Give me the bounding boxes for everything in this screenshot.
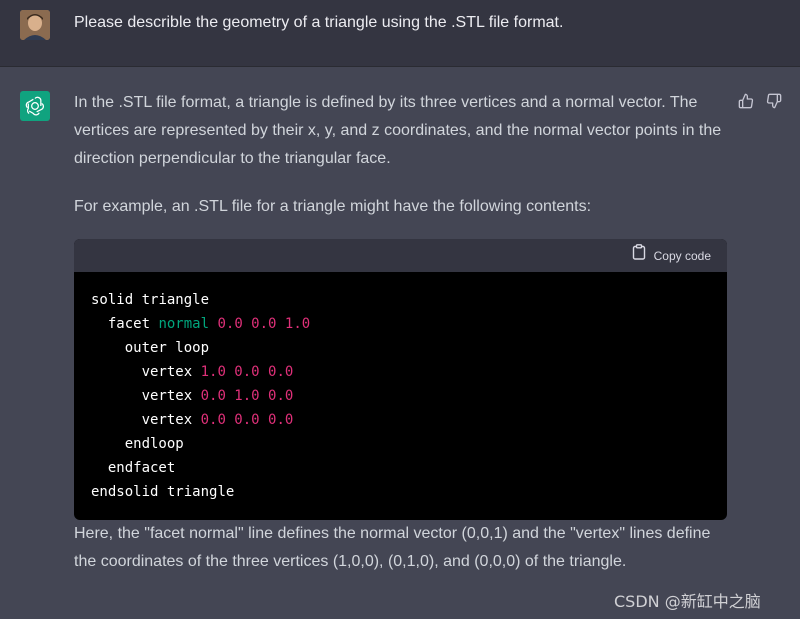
code-number: 0.0 0.0 1.0 (217, 316, 311, 332)
assistant-paragraph-2: For example, an .STL file for a triangle… (74, 198, 592, 215)
assistant-message-row: In the .STL file format, a triangle is d… (0, 67, 800, 619)
clipboard-icon (632, 242, 646, 270)
assistant-paragraph-3: Here, the "facet normal" line defines th… (74, 525, 711, 570)
code-keyword: solid (91, 292, 134, 308)
user-message-text: Please describle the geometry of a trian… (74, 14, 564, 31)
assistant-paragraph-1: In the .STL file format, a triangle is d… (74, 94, 722, 167)
code-block-header: Copy code (74, 239, 727, 272)
code-keyword: endfacet (107, 460, 176, 476)
code-keyword: endsolid (91, 484, 159, 500)
user-message-row: Please describle the geometry of a trian… (0, 0, 800, 67)
code-keyword: vertex (141, 364, 193, 380)
code-keyword: facet (107, 316, 151, 332)
code-number: 0.0 0.0 0.0 (200, 412, 294, 428)
code-number: 1.0 0.0 0.0 (200, 364, 294, 380)
code-keyword: vertex (141, 412, 193, 428)
code-keyword: outer loop (124, 340, 210, 356)
code-content[interactable]: solid triangle facet normal 0.0 0.0 1.0 … (74, 272, 727, 520)
code-keyword: vertex (141, 388, 193, 404)
code-keyword-normal: normal (158, 316, 210, 332)
assistant-message-content: In the .STL file format, a triangle is d… (74, 89, 727, 576)
thumbs-up-button[interactable] (738, 93, 754, 114)
thumbs-up-icon (738, 93, 754, 114)
code-block: Copy code solid triangle facet normal 0.… (74, 239, 727, 520)
copy-code-label: Copy code (653, 248, 711, 263)
openai-logo-icon (20, 91, 50, 121)
code-identifier: triangle (166, 484, 235, 500)
user-avatar (20, 10, 50, 40)
copy-code-button[interactable]: Copy code (632, 242, 711, 270)
code-number: 0.0 1.0 0.0 (200, 388, 294, 404)
code-keyword: endloop (124, 436, 184, 452)
code-identifier: triangle (141, 292, 210, 308)
thumbs-down-button[interactable] (766, 93, 782, 114)
thumbs-down-icon (766, 93, 782, 114)
csdn-watermark: CSDN @新缸中之脑 (614, 592, 761, 611)
